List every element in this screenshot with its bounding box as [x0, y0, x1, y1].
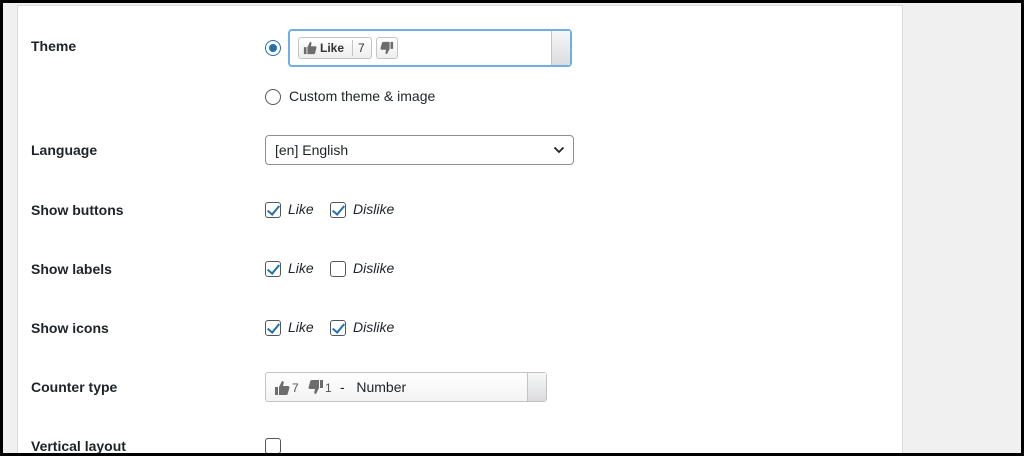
show-labels-label: Show labels	[31, 261, 112, 277]
show-icons-dislike-checkbox[interactable]	[330, 320, 346, 336]
show-icons-label: Show icons	[31, 320, 109, 336]
counter-dislike-count: 1	[325, 381, 332, 395]
settings-panel: Theme Like 7 Custom theme & image Langua…	[17, 5, 903, 453]
page-frame: Theme Like 7 Custom theme & image Langua…	[3, 3, 1021, 453]
theme-preview-like-count: 7	[358, 41, 365, 55]
counter-type-label: Counter type	[31, 379, 118, 395]
chevron-down-icon	[553, 146, 565, 154]
counter-like-count: 7	[292, 381, 299, 395]
counter-type-select[interactable]: 7 1 - Number	[265, 372, 547, 402]
vertical-layout-label: Vertical layout	[31, 438, 126, 453]
show-icons-dislike-label: Dislike	[353, 319, 395, 335]
show-buttons-like-checkbox[interactable]	[265, 202, 281, 218]
theme-label: Theme	[31, 38, 77, 54]
counter-type-value: - Number	[340, 379, 406, 395]
language-select-value: [en] English	[275, 142, 349, 158]
theme-custom-radio[interactable]	[265, 89, 281, 105]
vertical-layout-checkbox[interactable]	[265, 438, 281, 453]
show-buttons-dislike-checkbox[interactable]	[330, 202, 346, 218]
thumbs-up-icon	[303, 41, 317, 55]
show-icons-like-checkbox[interactable]	[265, 320, 281, 336]
divider	[352, 40, 353, 56]
show-labels-dislike-label: Dislike	[353, 260, 395, 276]
counter-separator: -	[340, 379, 345, 395]
theme-preview-like-label: Like	[320, 41, 345, 55]
theme-custom-label: Custom theme & image	[289, 88, 436, 104]
language-select[interactable]: [en] English	[265, 135, 574, 165]
show-labels-like-checkbox[interactable]	[265, 261, 281, 277]
theme-select-handle[interactable]	[551, 31, 570, 65]
thumbs-down-icon	[308, 380, 323, 394]
theme-select[interactable]: Like 7	[289, 30, 571, 66]
show-buttons-like-label: Like	[288, 201, 314, 217]
theme-preview-dislike-button	[376, 37, 398, 59]
show-labels-dislike-checkbox[interactable]	[330, 261, 346, 277]
show-icons-like-label: Like	[288, 319, 314, 335]
language-label: Language	[31, 142, 98, 158]
show-buttons-label: Show buttons	[31, 202, 124, 218]
counter-type-label-value: Number	[356, 379, 407, 395]
theme-preview-radio[interactable]	[265, 40, 281, 56]
thumbs-down-icon	[380, 41, 394, 55]
counter-type-select-handle[interactable]	[527, 373, 546, 401]
theme-preview-like-button: Like 7	[298, 37, 372, 59]
show-labels-like-label: Like	[288, 260, 314, 276]
show-buttons-dislike-label: Dislike	[353, 201, 395, 217]
thumbs-up-icon	[275, 381, 290, 395]
